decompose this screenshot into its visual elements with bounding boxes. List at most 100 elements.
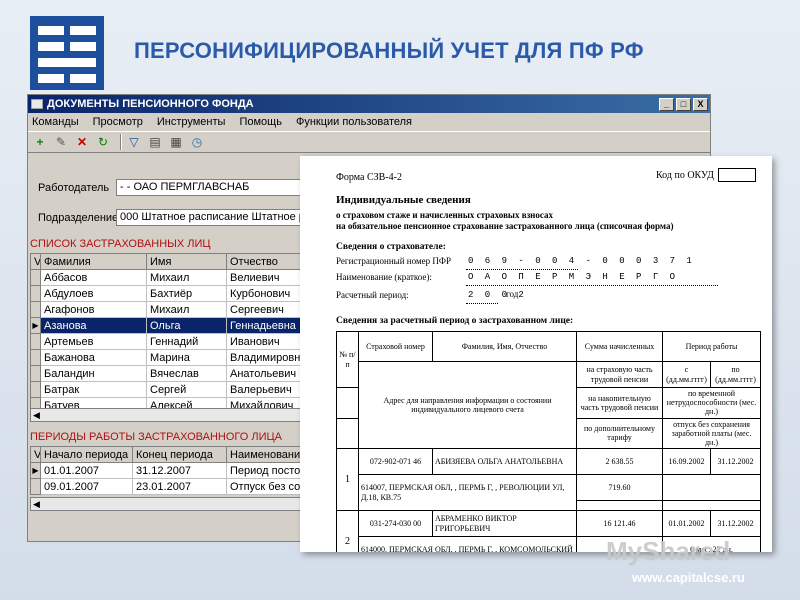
maximize-button[interactable]: □ xyxy=(676,97,691,111)
minimize-button[interactable]: _ xyxy=(659,97,674,111)
delete-icon[interactable]: ✕ xyxy=(74,134,90,150)
period-row[interactable]: ▶01.01.200731.12.2007Период постоянн xyxy=(30,462,303,479)
refresh-icon[interactable]: ↻ xyxy=(95,134,111,150)
column-header-check[interactable]: V xyxy=(30,446,41,463)
insured-name-cell[interactable]: Бахтиёр xyxy=(146,285,227,302)
row-indicator[interactable] xyxy=(30,269,41,286)
row-indicator[interactable] xyxy=(30,333,41,350)
period-start-cell[interactable]: 01.01.2007 xyxy=(40,462,133,479)
document-heading: Индивидуальные сведения xyxy=(336,194,471,206)
insured-surname-cell[interactable]: Аббасов xyxy=(40,269,147,286)
period-name-cell[interactable]: Период постоянн xyxy=(226,462,303,479)
row-indicator[interactable] xyxy=(30,349,41,366)
insured-name-cell[interactable]: Михаил xyxy=(146,269,227,286)
window-titlebar[interactable]: ДОКУМЕНТЫ ПЕНСИОННОГО ФОНДА _ □ X xyxy=(28,95,710,113)
toolbar: + ✎ ✕ ↻ ▽ ▤ ▦ ◷ xyxy=(28,131,710,153)
row-indicator[interactable] xyxy=(30,285,41,302)
period-to-header: по (дд.мм.гггг) xyxy=(710,361,761,388)
insured-name-cell[interactable]: Михаил xyxy=(146,301,227,318)
menu-tools[interactable]: Инструменты xyxy=(157,116,226,128)
period-row[interactable]: 09.01.200723.01.2007Отпуск без сохр xyxy=(30,478,303,495)
column-header-end[interactable]: Конец периода xyxy=(132,446,227,463)
period-name-cell[interactable]: Отпуск без сохр xyxy=(226,478,303,495)
company-logo xyxy=(30,16,104,90)
insured-surname-cell[interactable]: Баландин xyxy=(40,365,147,382)
document-subheading-2: на обязательное пенсионное страхование з… xyxy=(336,221,674,231)
scroll-left-icon[interactable]: ◀ xyxy=(33,410,40,421)
period-start-cell[interactable]: 09.01.2007 xyxy=(40,478,133,495)
insured-patronymic-cell[interactable]: Анатольевич xyxy=(226,365,303,382)
watermark: MyShared www.capitalcse.ru xyxy=(606,536,745,585)
periods-horizontal-scrollbar[interactable]: ◀ xyxy=(30,497,302,511)
filter-icon[interactable]: ▽ xyxy=(126,134,142,150)
row-pointer-icon[interactable]: ▶ xyxy=(30,317,41,334)
column-header-patronymic[interactable]: Отчество xyxy=(226,253,303,270)
insured-surname-cell[interactable]: Артемьев xyxy=(40,333,147,350)
export-icon[interactable]: ▦ xyxy=(168,134,184,150)
row-indicator[interactable] xyxy=(30,478,41,495)
insured-name-cell[interactable]: Ольга xyxy=(146,317,227,334)
insured-row[interactable]: Артемьев Геннадий Иванович xyxy=(30,333,303,350)
column-header-start[interactable]: Начало периода xyxy=(40,446,133,463)
insured-surname-cell[interactable]: Абдулоев xyxy=(40,285,147,302)
period-cells xyxy=(466,300,498,304)
insured-patronymic-cell[interactable]: Курбонович xyxy=(226,285,303,302)
row-indicator[interactable] xyxy=(30,365,41,382)
print-icon[interactable]: ▤ xyxy=(147,134,163,150)
division-row: Подразделение 000 Штатное расписание Шта… xyxy=(38,209,306,226)
insured-patronymic-cell[interactable]: Сергеевич xyxy=(226,301,303,318)
insured-surname-cell[interactable]: Батрак xyxy=(40,381,147,398)
person-1-sum-insurance: 2 638.55 xyxy=(576,448,663,476)
menu-user-functions[interactable]: Функции пользователя xyxy=(296,116,412,128)
person-1-from: 16.09.2002 xyxy=(662,448,711,476)
insured-name-cell[interactable]: Марина xyxy=(146,349,227,366)
okud-box xyxy=(718,168,756,182)
insured-row[interactable]: Абдулоев Бахтиёр Курбонович xyxy=(30,285,303,302)
row-pointer-icon[interactable]: ▶ xyxy=(30,462,41,479)
insured-row[interactable]: Батрак Сергей Валерьевич xyxy=(30,381,303,398)
period-end-cell[interactable]: 23.01.2007 xyxy=(132,478,227,495)
period-end-cell[interactable]: 31.12.2007 xyxy=(132,462,227,479)
szv-4-2-document: Форма СЗВ-4-2 Код по ОКУД Индивидуальные… xyxy=(300,156,772,552)
insured-patronymic-cell[interactable]: Владимировна xyxy=(226,349,303,366)
watermark-url: www.capitalcse.ru xyxy=(632,570,745,585)
insured-surname-cell[interactable]: Азанова xyxy=(40,317,147,334)
insured-surname-cell[interactable]: Агафонов xyxy=(40,301,147,318)
close-button[interactable]: X xyxy=(693,97,708,111)
insured-row[interactable]: Агафонов Михаил Сергеевич xyxy=(30,301,303,318)
person-2-from: 01.01.2002 xyxy=(662,510,711,538)
insured-name-cell[interactable]: Геннадий xyxy=(146,333,227,350)
column-header-surname[interactable]: Фамилия xyxy=(40,253,147,270)
periods-header-row: V Начало периода Конец периода Наименова… xyxy=(30,446,303,463)
insured-name-cell[interactable]: Вячеслав xyxy=(146,365,227,382)
report-icon[interactable]: ◷ xyxy=(189,134,205,150)
insured-patronymic-cell[interactable]: Валерьевич xyxy=(226,381,303,398)
menu-view[interactable]: Просмотр xyxy=(93,116,143,128)
insured-row[interactable]: Бажанова Марина Владимировна xyxy=(30,349,303,366)
insured-patronymic-cell[interactable]: Велиевич xyxy=(226,269,303,286)
insured-patronymic-cell[interactable]: Иванович xyxy=(226,333,303,350)
scroll-left-icon[interactable]: ◀ xyxy=(33,499,40,510)
division-field[interactable]: 000 Штатное расписание Штатное расписан xyxy=(116,209,306,226)
row-indicator[interactable] xyxy=(30,381,41,398)
insured-row[interactable]: Баландин Вячеслав Анатольевич xyxy=(30,365,303,382)
column-header-period-name[interactable]: Наименование п xyxy=(226,446,303,463)
add-icon[interactable]: + xyxy=(32,134,48,150)
column-header-check[interactable]: V xyxy=(30,253,41,270)
unpaid-leave-header: отпуск без сохранения заработной платы (… xyxy=(662,417,761,450)
menu-commands[interactable]: Команды xyxy=(32,116,79,128)
insured-horizontal-scrollbar[interactable]: ◀ xyxy=(30,408,302,422)
column-header-name[interactable]: Имя xyxy=(146,253,227,270)
menu-help[interactable]: Помощь xyxy=(239,116,282,128)
insured-name-cell[interactable]: Сергей xyxy=(146,381,227,398)
insured-patronymic-cell[interactable]: Геннадьевна xyxy=(226,317,303,334)
sum-insurance-part: на страховую часть трудовой пенсии xyxy=(576,361,663,388)
row-indicator[interactable] xyxy=(30,301,41,318)
period-section-title: Сведения за расчетный период о застрахов… xyxy=(336,316,574,326)
edit-icon[interactable]: ✎ xyxy=(53,134,69,150)
insured-row[interactable]: Аббасов Михаил Велиевич xyxy=(30,269,303,286)
insured-row[interactable]: ▶ Азанова Ольга Геннадьевна xyxy=(30,317,303,334)
person-1-to: 31.12.2002 xyxy=(710,448,761,476)
person-1-full-name: АБИЗЯЕВА ОЛЬГА АНАТОЛЬЕВНА xyxy=(432,448,577,476)
insured-surname-cell[interactable]: Бажанова xyxy=(40,349,147,366)
